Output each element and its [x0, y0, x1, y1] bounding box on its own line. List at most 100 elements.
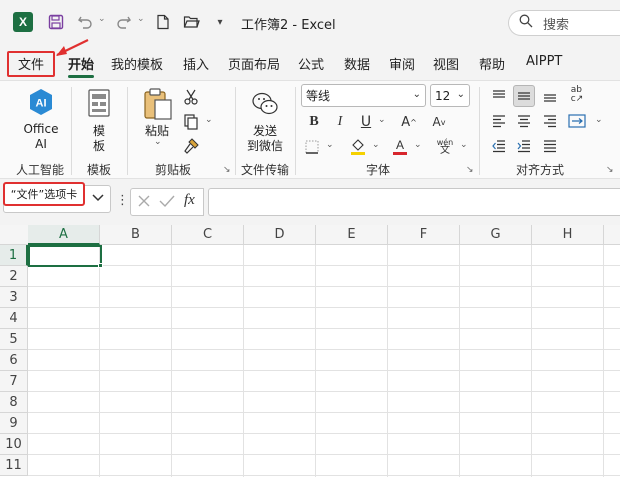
fill-color-dropdown-icon[interactable]: ⌄ [372, 140, 380, 150]
underline-dropdown-icon[interactable]: ⌄ [378, 115, 386, 125]
column-header-h[interactable]: H [532, 225, 604, 245]
italic-button[interactable]: I [331, 112, 349, 132]
formula-input[interactable] [208, 188, 620, 216]
align-right-icon[interactable] [540, 111, 560, 131]
font-name-select[interactable]: 等线 ⌄ [301, 84, 426, 107]
copy-icon[interactable] [181, 112, 201, 132]
chevron-down-icon: ⌄ [412, 89, 421, 100]
font-name-value: 等线 [306, 89, 331, 103]
increase-font-icon[interactable]: A ^ [398, 112, 420, 132]
row-header-6[interactable]: 6 [0, 350, 28, 371]
borders-icon[interactable] [302, 137, 322, 157]
wechat-icon [251, 90, 279, 118]
column-header-b[interactable]: B [100, 225, 172, 245]
alignment-launcher-icon[interactable]: ↘ [606, 165, 614, 175]
table-row[interactable] [28, 287, 620, 308]
align-middle-icon[interactable] [513, 85, 535, 107]
ribbon: AI Office AI 人工智能 模 板 模板 粘贴 ⌄ ⌄ 剪贴板 ↘ 发送… [0, 80, 620, 179]
wrap-merge-icon[interactable] [566, 110, 588, 132]
row-header-3[interactable]: 3 [0, 287, 28, 308]
table-row[interactable] [28, 245, 620, 266]
name-box-dropdown-icon[interactable] [92, 192, 104, 205]
active-cell-a1[interactable] [28, 245, 102, 267]
row-header-9[interactable]: 9 [0, 413, 28, 434]
table-row[interactable] [28, 455, 620, 476]
row-header-10[interactable]: 10 [0, 434, 28, 455]
font-launcher-icon[interactable]: ↘ [466, 165, 474, 175]
table-row[interactable] [28, 371, 620, 392]
align-top-icon[interactable] [489, 86, 509, 106]
chevron-down-icon: ⌄ [456, 89, 465, 100]
svg-text:AI: AI [36, 98, 47, 110]
file-tab-callout-label: “文件”选项卡 [3, 182, 85, 206]
template-button-line2[interactable]: 板 [86, 137, 112, 154]
clipboard-launcher-icon[interactable]: ↘ [223, 165, 231, 175]
increase-indent-icon[interactable] [514, 136, 534, 156]
column-header-g[interactable]: G [460, 225, 532, 245]
table-row[interactable] [28, 434, 620, 455]
row-header-4[interactable]: 4 [0, 308, 28, 329]
fill-color-icon[interactable] [348, 136, 368, 158]
phonetic-guide-icon[interactable]: wén 文 [434, 137, 456, 157]
format-painter-icon[interactable] [181, 136, 201, 156]
copy-dropdown-icon[interactable]: ⌄ [205, 115, 213, 125]
decrease-indent-icon[interactable] [489, 136, 509, 156]
template-icon [86, 89, 112, 117]
column-header-f[interactable]: F [388, 225, 460, 245]
group-label-clipboard: 剪贴板 [155, 163, 192, 177]
group-label-alignment: 对齐方式 [516, 163, 565, 177]
row-header-1[interactable]: 1 [0, 245, 28, 266]
ribbon-separator [71, 87, 72, 175]
paste-dropdown-icon[interactable]: ⌄ [154, 137, 162, 147]
font-size-select[interactable]: 12 ⌄ [430, 84, 470, 107]
ribbon-separator [295, 87, 296, 175]
orientation-icon[interactable]: ab c↗ [566, 84, 588, 106]
row-header-8[interactable]: 8 [0, 392, 28, 413]
cut-icon[interactable] [181, 87, 201, 107]
group-label-ai: 人工智能 [16, 163, 65, 177]
merge-dropdown-icon[interactable]: ⌄ [595, 115, 603, 125]
align-left-icon[interactable] [489, 111, 509, 131]
column-header-c[interactable]: C [172, 225, 244, 245]
font-size-value: 12 [435, 88, 451, 103]
align-center-icon[interactable] [514, 111, 534, 131]
ribbon-separator [479, 87, 480, 175]
confirm-formula-icon[interactable] [159, 194, 175, 211]
svg-text:A: A [396, 138, 404, 152]
column-header-e[interactable]: E [316, 225, 388, 245]
row-header-5[interactable]: 5 [0, 329, 28, 350]
bold-button[interactable]: B [305, 112, 323, 132]
row-header-2[interactable]: 2 [0, 266, 28, 287]
table-row[interactable] [28, 392, 620, 413]
table-row[interactable] [28, 413, 620, 434]
column-header-row: ABCDEFGH [0, 225, 620, 245]
send-to-wechat-line2[interactable]: 到微信 [243, 137, 287, 154]
phonetic-dropdown-icon[interactable]: ⌄ [460, 140, 468, 150]
font-color-dropdown-icon[interactable]: ⌄ [414, 140, 422, 150]
table-row[interactable] [28, 350, 620, 371]
office-ai-button-line2[interactable]: AI [22, 137, 60, 151]
group-label-transfer: 文件传输 [241, 163, 290, 177]
insert-function-button[interactable]: fx [184, 192, 195, 209]
office-ai-button-line1[interactable]: Office [22, 122, 60, 136]
table-row[interactable] [28, 308, 620, 329]
column-header-d[interactable]: D [244, 225, 316, 245]
underline-button[interactable]: U [357, 112, 375, 132]
group-label-font: 字体 [366, 163, 391, 177]
borders-dropdown-icon[interactable]: ⌄ [326, 140, 334, 150]
row-header-7[interactable]: 7 [0, 371, 28, 392]
cancel-formula-icon[interactable] [137, 194, 151, 211]
decrease-font-icon[interactable]: Av [428, 112, 450, 132]
table-row[interactable] [28, 329, 620, 350]
text-direction-icon[interactable] [540, 136, 560, 156]
more-options-icon[interactable]: ⋮ [116, 193, 129, 208]
formula-buttons: fx [130, 188, 204, 216]
fill-handle[interactable] [98, 263, 103, 268]
column-header-a[interactable]: A [28, 225, 100, 245]
font-color-icon[interactable]: A [390, 136, 410, 158]
paste-icon[interactable] [141, 87, 175, 121]
table-row[interactable] [28, 266, 620, 287]
row-header-11[interactable]: 11 [0, 455, 28, 476]
group-label-template: 模板 [87, 163, 112, 177]
align-bottom-icon[interactable] [540, 86, 560, 106]
